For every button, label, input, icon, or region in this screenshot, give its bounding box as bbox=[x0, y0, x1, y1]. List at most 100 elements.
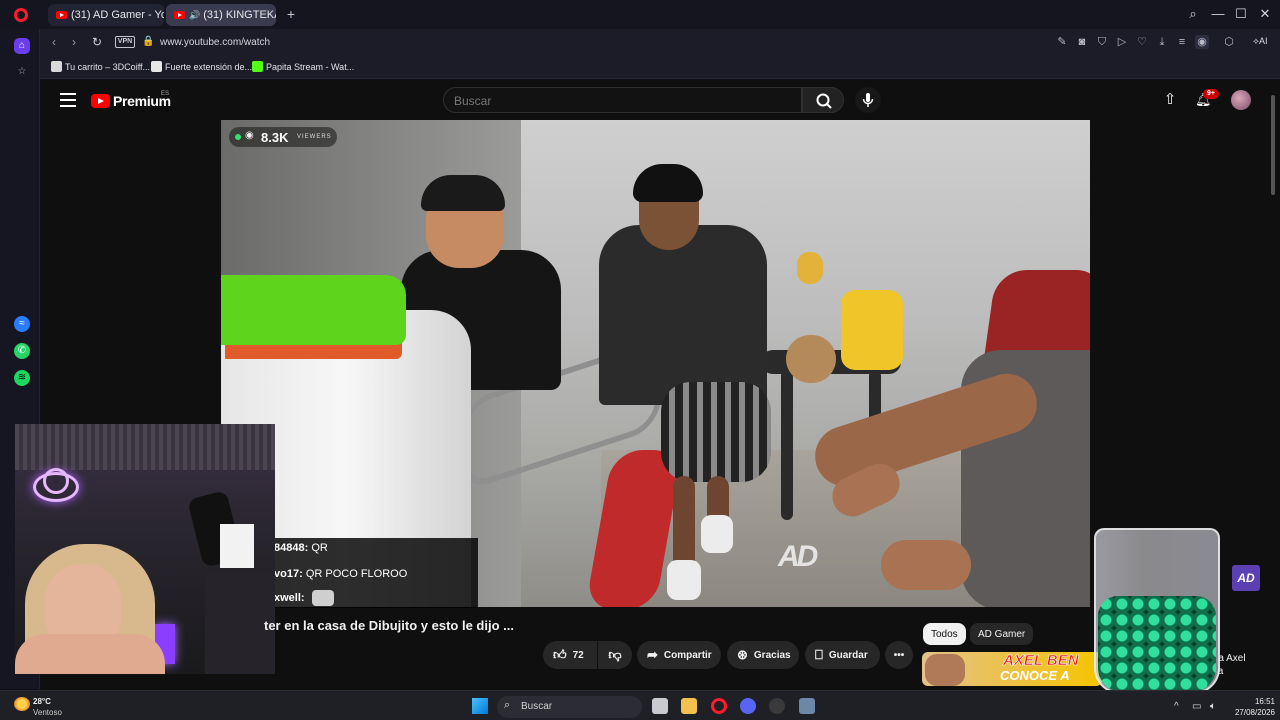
download-icon[interactable]: ⤓ bbox=[1155, 35, 1169, 49]
share-button[interactable]: ➦ Compartir bbox=[637, 641, 721, 669]
extensions-icon[interactable]: ⬡ bbox=[1222, 35, 1236, 49]
search-icon bbox=[816, 93, 832, 109]
back-icon[interactable]: ‹ bbox=[46, 34, 62, 50]
search-button[interactable] bbox=[802, 87, 844, 113]
bookmark-label: Fuerte extensión de... bbox=[165, 61, 253, 72]
save-button[interactable]: ⎕ Guardar bbox=[805, 641, 880, 669]
chat-text: QR bbox=[311, 542, 328, 554]
opera-taskbar-icon[interactable] bbox=[711, 698, 727, 714]
heart-icon[interactable]: ♡ bbox=[1135, 35, 1149, 49]
video-scene bbox=[633, 164, 703, 202]
hamburger-menu-icon[interactable] bbox=[60, 93, 76, 107]
weather-condition[interactable]: Ventoso bbox=[33, 708, 62, 717]
bookmark-item[interactable]: Papita Stream - Wat... bbox=[252, 61, 354, 72]
weather-temperature[interactable]: 28°C bbox=[33, 697, 51, 706]
play-icon[interactable]: ▷ bbox=[1115, 35, 1129, 49]
task-view-icon[interactable] bbox=[652, 698, 668, 714]
bookmark-item[interactable]: Fuerte extensión de... bbox=[151, 61, 252, 72]
taskbar-search-input[interactable]: Buscar bbox=[497, 696, 642, 718]
jar-kick-tokens bbox=[1098, 596, 1216, 692]
video-scene bbox=[701, 515, 733, 553]
chat-message: xwell: bbox=[274, 592, 305, 604]
profile-icon[interactable]: ◉ bbox=[1195, 35, 1209, 49]
video-scene bbox=[599, 225, 767, 405]
video-player[interactable] bbox=[221, 120, 1090, 607]
share-arrow-icon: ➦ bbox=[647, 647, 658, 662]
close-icon[interactable]: ✕ bbox=[1257, 6, 1273, 22]
url-field[interactable]: www.youtube.com/watch bbox=[160, 37, 270, 48]
more-actions-button[interactable]: ••• bbox=[885, 641, 913, 669]
chat-message: 84848: QR bbox=[274, 542, 328, 554]
whatsapp-icon[interactable]: ✆ bbox=[14, 343, 30, 359]
webcam-scene bbox=[43, 468, 69, 494]
shield-icon[interactable]: ⛉ bbox=[1095, 35, 1109, 49]
chat-user: vo17: bbox=[274, 568, 303, 580]
tab-ad-gamer[interactable]: (31) AD Gamer - YouTube bbox=[48, 4, 164, 26]
settings-gear-icon[interactable] bbox=[799, 698, 815, 714]
forward-icon[interactable]: › bbox=[66, 34, 82, 50]
search-input[interactable]: Buscar bbox=[443, 87, 802, 113]
thumbnail-text: CONOCE A bbox=[1000, 668, 1070, 683]
youtube-favicon-icon bbox=[174, 11, 185, 19]
edit-icon[interactable]: ✎ bbox=[1055, 35, 1069, 49]
like-button[interactable]: 👍︎ 72 bbox=[543, 641, 597, 669]
kick-favicon-icon bbox=[252, 61, 263, 72]
thanks-button[interactable]: ⊛ Gracias bbox=[727, 641, 799, 669]
star-icon[interactable]: ☆ bbox=[14, 64, 30, 80]
new-tab-plus-icon[interactable]: + bbox=[284, 7, 298, 21]
bookmark-icon: ⎕ bbox=[815, 647, 823, 662]
webcam-scene bbox=[15, 424, 275, 470]
home-icon[interactable]: ⌂ bbox=[14, 38, 30, 54]
tab-kingteka[interactable]: 🔊 (31) KINGTEKA encue bbox=[166, 4, 276, 26]
menu-lines-icon[interactable]: ≡ bbox=[1175, 35, 1189, 49]
video-scene bbox=[797, 252, 823, 284]
weather-icon[interactable] bbox=[14, 697, 30, 711]
tray-chevron-icon[interactable]: ^ bbox=[1174, 701, 1179, 712]
video-scene bbox=[841, 290, 903, 370]
windows-start-icon[interactable] bbox=[472, 698, 488, 714]
maximize-icon[interactable]: ☐ bbox=[1233, 6, 1249, 22]
viewers-label: VIEWERS bbox=[297, 134, 332, 140]
streamer-webcam bbox=[15, 424, 275, 674]
webcam-scene bbox=[15, 634, 165, 674]
volume-icon[interactable]: 🔈︎ bbox=[1210, 701, 1216, 712]
video-scene bbox=[786, 335, 836, 383]
tab-label: (31) AD Gamer - YouTube bbox=[71, 9, 164, 21]
avatar[interactable] bbox=[1231, 90, 1251, 110]
chip-all[interactable]: Todos bbox=[923, 623, 966, 645]
minimize-icon[interactable]: — bbox=[1210, 6, 1226, 22]
lock-icon[interactable]: 🔒 bbox=[142, 36, 154, 47]
search-tabs-icon[interactable]: ⌕ bbox=[1185, 6, 1201, 22]
upload-icon[interactable]: ⇧ bbox=[1161, 92, 1179, 108]
page-scrollbar[interactable] bbox=[1271, 95, 1275, 195]
voice-search-button[interactable] bbox=[855, 87, 881, 113]
clock-time[interactable]: 16:51 bbox=[1247, 697, 1275, 706]
file-explorer-icon[interactable] bbox=[681, 698, 697, 714]
network-icon[interactable]: ▭ bbox=[1192, 701, 1201, 712]
dislike-button[interactable]: 👎︎ bbox=[598, 641, 632, 669]
camera-icon[interactable]: ◙ bbox=[1075, 35, 1089, 49]
bookmark-item[interactable]: Tu carrito – 3DCoiff... bbox=[51, 61, 150, 72]
country-code: ES bbox=[161, 91, 170, 97]
obs-icon[interactable] bbox=[769, 698, 785, 714]
reload-icon[interactable]: ↻ bbox=[89, 34, 105, 50]
viewers-count: 8.3K bbox=[261, 130, 289, 145]
thumbnail-image bbox=[925, 654, 965, 686]
tab-label: (31) KINGTEKA encue bbox=[203, 9, 276, 21]
video-title: ter en la casa de Dibujito y esto le dij… bbox=[264, 618, 514, 633]
bookmark-label: Tu carrito – 3DCoiff... bbox=[65, 61, 151, 72]
ad-channel-logo: AD bbox=[1232, 565, 1260, 591]
notification-badge: 9+ bbox=[1203, 89, 1219, 99]
like-count: 72 bbox=[572, 649, 584, 661]
clock-date[interactable]: 27/08/2026 bbox=[1227, 708, 1275, 717]
aria-ai-button[interactable]: ⟡AI bbox=[1253, 36, 1267, 47]
speaker-icon[interactable]: 🔊 bbox=[189, 10, 200, 21]
chip-ad-gamer[interactable]: AD Gamer bbox=[970, 623, 1034, 645]
vpn-badge[interactable]: VPN bbox=[115, 36, 135, 48]
youtube-premium-logo[interactable]: Premium bbox=[91, 93, 171, 109]
search-icon: ⌕ bbox=[504, 699, 511, 711]
discord-icon[interactable] bbox=[740, 698, 756, 714]
messenger-icon[interactable]: ≈ bbox=[14, 316, 30, 332]
opera-menu-icon[interactable] bbox=[14, 8, 28, 22]
spotify-icon[interactable]: ≋ bbox=[14, 370, 30, 386]
